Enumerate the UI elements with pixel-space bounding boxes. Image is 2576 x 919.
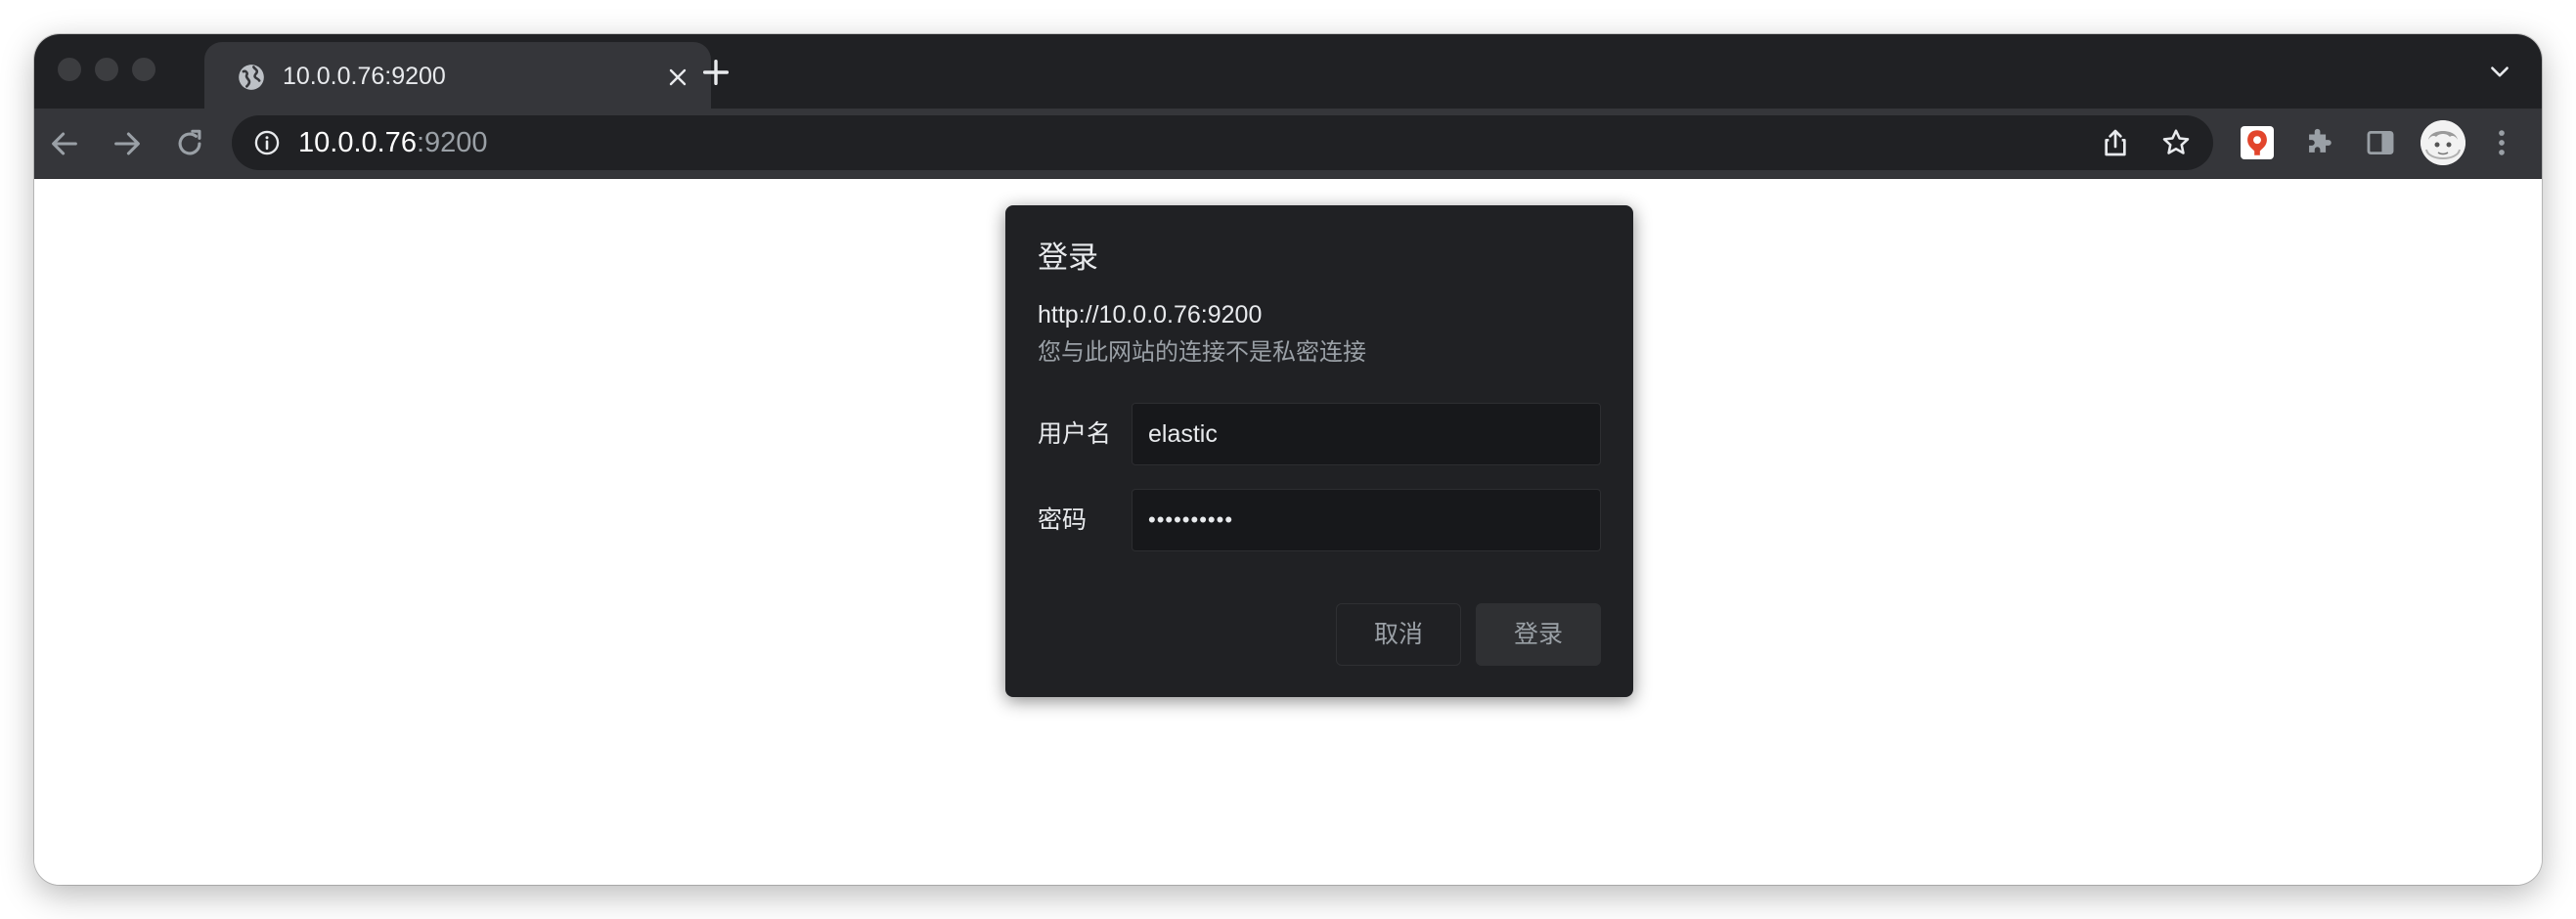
share-icon[interactable] [2100, 127, 2131, 158]
extension-logo-icon [2247, 130, 2267, 155]
avatar-image [2421, 120, 2465, 165]
close-tab-icon[interactable] [666, 66, 689, 89]
menu-icon[interactable] [2485, 126, 2518, 159]
login-button[interactable]: 登录 [1476, 603, 1601, 666]
zoom-window-button[interactable] [132, 58, 155, 81]
address-bar[interactable]: 10.0.0.76:9200 [232, 115, 2213, 170]
dialog-url: http://10.0.0.76:9200 [1038, 301, 1263, 328]
browser-window: 10.0.0.76:9200 10.0.0.76:9200 登录 http://… [34, 34, 2542, 885]
tab-title: 10.0.0.76:9200 [283, 63, 446, 90]
tab-active[interactable]: 10.0.0.76:9200 [204, 42, 711, 109]
puzzle-icon[interactable] [2302, 126, 2335, 159]
url-port: :9200 [416, 127, 488, 158]
forward-icon[interactable] [111, 127, 144, 160]
info-icon[interactable] [253, 129, 281, 156]
reload-icon[interactable] [173, 127, 206, 160]
side-panel-icon[interactable] [2364, 126, 2397, 159]
tab-strip: 10.0.0.76:9200 [34, 34, 2542, 109]
password-label: 密码 [1038, 506, 1088, 534]
url-text[interactable]: 10.0.0.76:9200 [298, 125, 488, 160]
password-input[interactable] [1132, 489, 1601, 551]
cancel-button[interactable]: 取消 [1336, 603, 1461, 666]
minimize-window-button[interactable] [95, 58, 118, 81]
toolbar: 10.0.0.76:9200 [34, 109, 2542, 179]
new-tab-icon[interactable] [699, 56, 733, 89]
connection-warning: 您与此网站的连接不是私密连接 [1038, 339, 1366, 366]
globe-icon [239, 65, 264, 90]
extension-icon[interactable] [2241, 126, 2274, 159]
dialog-title: 登录 [1038, 241, 1098, 275]
avatar[interactable] [2421, 120, 2465, 165]
auth-dialog: 登录 http://10.0.0.76:9200 您与此网站的连接不是私密连接 … [1005, 205, 1633, 697]
url-host: 10.0.0.76 [298, 127, 417, 158]
username-input[interactable] [1132, 403, 1601, 465]
username-label: 用户名 [1038, 420, 1112, 448]
chevron-down-icon[interactable] [2487, 60, 2512, 85]
close-window-button[interactable] [58, 58, 81, 81]
back-icon[interactable] [48, 127, 81, 160]
star-icon[interactable] [2160, 127, 2192, 158]
